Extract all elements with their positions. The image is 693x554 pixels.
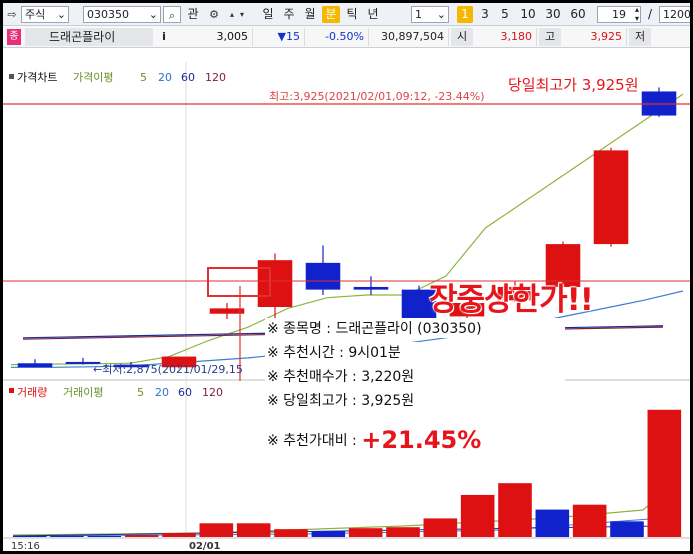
info-stock-name: ※ 종목명 : 드래곤플라이 (030350) [265,318,565,338]
volume-bar [87,536,122,538]
volume-bar [124,535,159,537]
view-count-value: 19 [612,8,626,21]
chevron-down-icon: ⌄ [56,8,66,21]
info-compare: ※ 추천가대비 : +21.45% [265,426,483,454]
candle-body [305,262,341,290]
info-daily-high: ※ 당일최고가 : 3,925원 [265,390,475,410]
volume-bar [199,523,234,537]
interval-3-button[interactable]: 3 [477,6,493,23]
legend-ma5: 5 [140,71,147,84]
count-separator: / [647,7,653,21]
volume-bar [535,509,570,537]
volume-bar [12,536,47,538]
trading-volume: 30,897,504 [369,28,449,46]
open-price: 3,180 [473,28,537,46]
compare-label: ※ 추천가대비 : [267,433,357,449]
chart-area[interactable]: 가격차트 가격이평 5 20 60 120 거래량 거래이평 5 20 60 1… [3,48,690,551]
arrow-right-icon[interactable]: ⇨ [5,6,19,23]
high-label: 고 [539,28,561,46]
period-week[interactable]: 주 [280,6,298,23]
legend-ma120: 120 [205,71,226,84]
spin-down-icon[interactable]: ▾ [237,6,247,23]
total-count-input[interactable]: 1200 [659,6,690,23]
interval-1-button[interactable]: 1 [457,6,473,23]
vol-legend-ma120: 120 [202,386,223,399]
stock-name: 드래곤플라이 [25,28,153,46]
volume-bar [50,536,84,538]
vol-legend-ma20: 20 [155,386,169,399]
max-annotation: 최고:3,925(2021/02/01,09:12, -23.44%) [269,90,485,103]
period-year[interactable]: 년 [364,6,382,23]
volume-ma-legend: 거래이평 [63,386,103,399]
candle-body [17,363,53,368]
chevron-down-icon: ⌄ [148,8,158,21]
spin-up-icon[interactable]: ▴ [227,6,237,23]
volume-bar [236,523,271,537]
high-price: 3,925 [561,28,627,46]
candle-body [353,286,389,290]
volume-legend-title: 거래량 [17,386,47,399]
volume-bar [162,533,196,537]
current-price: 3,005 [183,28,253,46]
candle-body [209,308,245,314]
min-annotation: ←최저:2,875(2021/01/29,15 [93,363,243,376]
period-minute[interactable]: 분 [322,6,340,23]
volume-bar [311,531,346,537]
volume-bar [348,528,383,537]
vol-legend-ma5: 5 [137,386,144,399]
x-tick-time: 15:16 [11,541,40,551]
total-count-value: 1200 [663,8,690,21]
x-tick-date: 02/01 [189,541,221,551]
toolbar: ⇨ 주식 ⌄ 030350 ⌄ ⌕ 관 ⚙ ▴ ▾ 일 주 월 분 틱 년 1 … [3,3,690,26]
interval-30-button[interactable]: 30 [542,6,564,23]
volume-bar [498,483,532,537]
legend-ma60: 60 [181,71,195,84]
info-recommend-time: ※ 추천시간 : 9시01분 [265,342,565,362]
info-icon[interactable]: i [158,28,170,46]
period-month[interactable]: 월 [301,6,319,23]
volume-bar [423,518,458,537]
period-day[interactable]: 일 [259,6,277,23]
limit-up-headline: 장중상한가!! [429,282,594,318]
low-label: 저 [629,28,651,46]
open-label: 시 [451,28,473,46]
period-tick[interactable]: 틱 [343,6,361,23]
daily-high-headline: 당일최고가 3,925원 [508,76,639,94]
code-input[interactable]: 030350 ⌄ [83,6,161,23]
view-count-stepper[interactable]: 19 ▴ ▾ [597,6,641,23]
price-ma-legend: 가격이평 [73,71,113,84]
stepper-arrows-icon: ▴ ▾ [634,6,639,23]
legend-ma20: 20 [158,71,172,84]
volume-bar [572,504,607,537]
compare-value: +21.45% [361,426,482,454]
interval-60-button[interactable]: 60 [567,6,589,23]
quote-bar: 종 드래곤플라이 i 3,005 ▼15 -0.50% 30,897,504 시… [3,26,690,48]
market-select[interactable]: 주식 ⌄ [21,6,69,23]
legend-square-icon [9,74,14,79]
interval-10-button[interactable]: 10 [517,6,539,23]
change-rate: -0.50% [305,28,369,46]
market-select-value: 주식 [25,8,46,21]
app-window: ⇨ 주식 ⌄ 030350 ⌄ ⌕ 관 ⚙ ▴ ▾ 일 주 월 분 틱 년 1 … [3,3,690,551]
interval-5-button[interactable]: 5 [497,6,513,23]
volume-bar [386,527,420,537]
info-recommend-price: ※ 추천매수가 : 3,220원 [265,366,565,386]
volume-bar [610,521,644,537]
vol-legend-ma60: 60 [178,386,192,399]
search-icon[interactable]: ⌕ [163,6,181,23]
volume-bar [647,409,682,537]
candle-body [593,150,629,245]
price-legend-title: 가격차트 [17,71,57,84]
settings-icon[interactable]: ⚙ [203,6,225,23]
market-badge: 종 [7,29,21,45]
watch-button[interactable]: 관 [185,6,201,23]
code-value: 030350 [87,8,129,21]
interval-value: 1 [415,8,422,21]
interval-select[interactable]: 1 ⌄ [411,6,449,23]
volume-bar [274,529,308,537]
chevron-down-icon: ⌄ [436,8,446,21]
legend-square-icon [9,388,14,393]
volume-bar [460,494,495,537]
price-change: ▼15 [253,28,305,46]
